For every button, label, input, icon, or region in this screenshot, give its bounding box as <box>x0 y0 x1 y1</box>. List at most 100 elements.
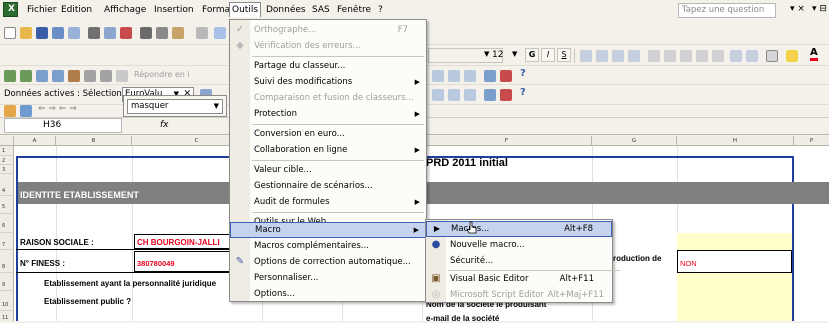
masquer-combo[interactable]: masquer ▼ <box>127 99 223 114</box>
column-header-f[interactable]: F <box>422 136 592 146</box>
menu-sas[interactable]: SAS <box>310 3 332 18</box>
extra-icon-5[interactable] <box>500 70 512 82</box>
question-input[interactable]: Tapez une question <box>678 3 776 18</box>
menu-edition[interactable]: Edition <box>59 3 94 18</box>
submenu-item-nouvelle-macro[interactable]: ● Nouvelle macro... <box>426 237 612 253</box>
reply-with-changes-button[interactable]: Répondre en i <box>134 70 190 79</box>
public-label[interactable]: Etablissement public ? <box>44 297 131 306</box>
menu-item-audit-formules[interactable]: Audit de formules ▶ <box>230 194 426 210</box>
italic-button[interactable]: I <box>541 48 555 62</box>
menu-help[interactable]: ? <box>376 3 385 18</box>
save-icon[interactable] <box>36 27 48 39</box>
column-header-a[interactable]: A <box>14 136 56 146</box>
menu-item-verification-erreurs[interactable]: ◆ Vérification des erreurs... <box>230 38 426 54</box>
row-header-3[interactable]: 3 <box>0 165 14 174</box>
row-header-1[interactable]: 1 <box>0 146 14 156</box>
menu-item-suivi-modifications[interactable]: Suivi des modifications ▶ <box>230 74 426 90</box>
preview-icon[interactable] <box>104 27 116 39</box>
select-all-corner[interactable] <box>0 136 14 146</box>
web-nav-arrows[interactable]: ⇐ ⇒ ⇐ ⇒ <box>38 104 77 114</box>
fx-icon[interactable]: fx <box>160 120 169 130</box>
merge-center-icon[interactable] <box>628 50 640 62</box>
column-header-h[interactable]: H <box>677 136 794 146</box>
menu-fenetre[interactable]: Fenêtre <box>335 3 373 18</box>
menu-fichier[interactable]: Fichier <box>25 3 58 18</box>
row-header-11[interactable]: 11 <box>0 311 14 321</box>
help-icon-2[interactable]: ? <box>520 87 526 98</box>
menu-item-macro[interactable]: Macro ▶ <box>230 222 426 238</box>
data-icon-1[interactable] <box>432 89 444 101</box>
menu-item-conversion-euro[interactable]: Conversion en euro... <box>230 126 426 142</box>
review-icon-3[interactable] <box>36 70 48 82</box>
menu-item-orthographe[interactable]: ✓ Orthographe... F7 <box>230 22 426 38</box>
menu-item-options-correction[interactable]: ✎ Options de correction automatique... <box>230 254 426 270</box>
menu-donnees[interactable]: Données <box>264 3 308 18</box>
menu-item-collaboration-en-ligne[interactable]: Collaboration en ligne ▶ <box>230 142 426 158</box>
size-dropdown-arrow-icon[interactable]: ▼ <box>512 50 517 58</box>
row-header-8[interactable]: 8 <box>0 250 14 273</box>
percent-icon[interactable] <box>648 50 660 62</box>
menu-item-options[interactable]: Options... <box>230 286 426 302</box>
row-header-5[interactable]: 5 <box>0 196 14 214</box>
permission-icon[interactable] <box>52 27 64 39</box>
review-icon-2[interactable] <box>20 70 32 82</box>
paste-icon[interactable] <box>172 27 184 39</box>
web-icon-2[interactable] <box>20 105 32 117</box>
euro-icon[interactable] <box>664 50 676 62</box>
review-icon-5[interactable] <box>68 70 80 82</box>
menu-item-valeur-cible[interactable]: Valeur cible... <box>230 162 426 178</box>
copy-icon[interactable] <box>156 27 168 39</box>
menu-item-personnaliser[interactable]: Personnaliser... <box>230 270 426 286</box>
review-icon-6[interactable] <box>84 70 96 82</box>
print-icon[interactable] <box>88 27 100 39</box>
window-controls-2[interactable]: ▾ ⊟ <box>812 4 827 14</box>
finess-label[interactable]: N° FINESS : <box>20 259 65 268</box>
web-icon-1[interactable] <box>4 105 16 117</box>
menu-item-comparaison-fusion[interactable]: Comparaison et fusion de classeurs... <box>230 90 426 106</box>
data-icon-4[interactable] <box>484 89 496 101</box>
menu-item-protection[interactable]: Protection ▶ <box>230 106 426 122</box>
row-header-6[interactable]: 6 <box>0 214 14 233</box>
production-label[interactable]: roduction de <box>613 254 661 263</box>
menu-insertion[interactable]: Insertion <box>152 3 196 18</box>
sheet-title[interactable]: PRD 2011 initial <box>426 157 508 169</box>
format-painter-icon[interactable] <box>196 27 208 39</box>
align-left-icon[interactable] <box>580 50 592 62</box>
help-icon[interactable]: ? <box>520 68 526 79</box>
raison-sociale-value[interactable]: CH BOURGOIN-JALLI <box>137 238 220 247</box>
undo-icon[interactable] <box>214 27 226 39</box>
spelling-icon[interactable] <box>120 27 132 39</box>
personality-label[interactable]: Etablissement ayant la personnalité juri… <box>44 279 216 288</box>
font-color-icon[interactable]: A <box>810 47 818 61</box>
column-header-g[interactable]: G <box>592 136 677 146</box>
underline-button[interactable]: S <box>557 48 571 62</box>
submenu-item-securite[interactable]: Sécurité... <box>426 253 612 269</box>
production-value[interactable]: NON <box>680 259 697 268</box>
data-icon-3[interactable] <box>464 89 476 101</box>
align-center-icon[interactable] <box>596 50 608 62</box>
menu-outils[interactable]: Outils <box>229 2 262 17</box>
extra-icon-1[interactable] <box>432 70 444 82</box>
extra-icon-2[interactable] <box>448 70 460 82</box>
menu-item-macros-complementaires[interactable]: Macros complémentaires... <box>230 238 426 254</box>
row-header-9[interactable]: 9 <box>0 273 14 291</box>
extra-icon-3[interactable] <box>464 70 476 82</box>
menu-affichage[interactable]: Affichage <box>102 3 148 18</box>
window-controls[interactable]: ▾ × <box>790 4 805 14</box>
bold-button[interactable]: G <box>525 48 539 62</box>
open-icon[interactable] <box>20 27 32 39</box>
row-header-2[interactable]: 2 <box>0 156 14 165</box>
outdent-icon[interactable] <box>746 50 758 62</box>
new-icon[interactable] <box>4 27 16 39</box>
column-header-b[interactable]: B <box>56 136 132 146</box>
fill-color-icon[interactable] <box>786 50 798 62</box>
data-icon-2[interactable] <box>448 89 460 101</box>
cut-icon[interactable] <box>140 27 152 39</box>
section-header[interactable]: IDENTITE ETABLISSEMENT <box>20 190 139 200</box>
extra-icon-4[interactable] <box>484 70 496 82</box>
masquer-dropdown-icon[interactable]: ▼ <box>214 100 219 113</box>
align-right-icon[interactable] <box>612 50 624 62</box>
row-header-4[interactable]: 4 <box>0 174 14 196</box>
email-label[interactable]: e-mail de la société <box>426 314 499 323</box>
review-icon-1[interactable] <box>4 70 16 82</box>
